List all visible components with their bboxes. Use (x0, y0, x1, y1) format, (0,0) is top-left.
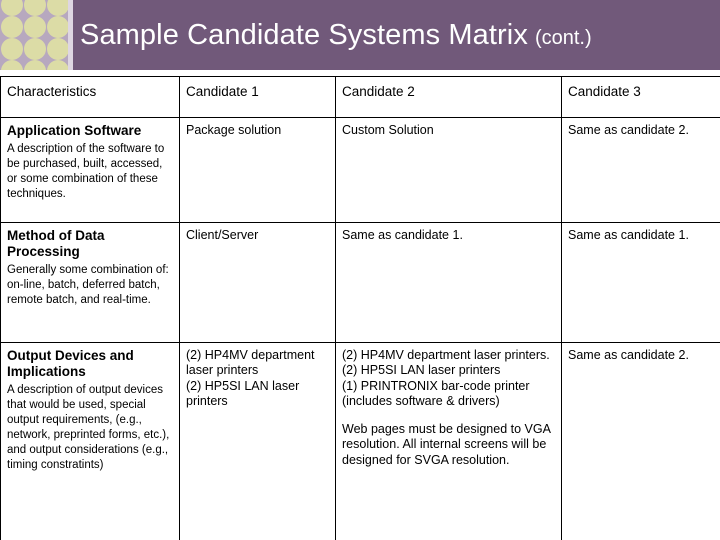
banner-divider (68, 0, 73, 70)
page-title-suffix: (cont.) (534, 26, 592, 49)
cell-line: (2) HP4MV department laser printers. (342, 348, 550, 362)
cell-line: Custom Solution (342, 123, 434, 137)
cell-line: (2) HP5SI LAN laser printers (186, 378, 300, 408)
decorative-dot (1, 38, 23, 60)
characteristic-cell: Output Devices and Implications A descri… (0, 342, 180, 540)
decorative-dots-panel (0, 0, 68, 70)
cell-line: Web pages must be designed to VGA resolu… (342, 422, 551, 467)
candidate-1-cell: Package solution (179, 117, 336, 223)
candidate-2-cell: Custom Solution (335, 117, 562, 223)
column-header-candidate-1: Candidate 1 (179, 76, 336, 118)
column-header-candidate-2: Candidate 2 (335, 76, 562, 118)
decorative-dot (1, 16, 23, 38)
candidate-1-cell: Client/Server (179, 222, 336, 343)
table-header-row: Characteristics Candidate 1 Candidate 2 … (0, 76, 720, 118)
characteristic-title: Output Devices and Implications (7, 348, 134, 379)
candidate-2-cell: (2) HP4MV department laser printers. (2)… (335, 342, 562, 540)
column-header-candidate-3: Candidate 3 (561, 76, 720, 118)
decorative-dot (24, 38, 46, 60)
characteristic-cell: Method of Data Processing Generally some… (0, 222, 180, 343)
characteristic-title: Application Software (7, 123, 142, 138)
cell-line: Same as candidate 2. (568, 348, 689, 362)
cell-line: Same as candidate 1. (342, 228, 463, 242)
characteristic-description: A description of the software to be purc… (7, 142, 165, 200)
candidate-3-cell: Same as candidate 2. (561, 342, 720, 540)
candidate-2-cell: Same as candidate 1. (335, 222, 562, 343)
candidate-3-cell: Same as candidate 1. (561, 222, 720, 343)
table-row: Output Devices and Implications A descri… (0, 342, 720, 540)
decorative-dot (24, 16, 46, 38)
candidate-3-cell: Same as candidate 2. (561, 117, 720, 223)
slide-title-banner: Sample Candidate Systems Matrix (cont.) (0, 0, 720, 70)
characteristic-title: Method of Data Processing (7, 228, 105, 259)
decorative-dot (47, 60, 68, 70)
matrix-table: Characteristics Candidate 1 Candidate 2 … (0, 76, 720, 540)
decorative-dot (47, 0, 68, 16)
cell-line: (2) HP5SI LAN laser printers (342, 363, 501, 378)
cell-line: Package solution (186, 123, 282, 137)
decorative-dot (47, 16, 68, 38)
candidate-systems-matrix: Characteristics Candidate 1 Candidate 2 … (0, 76, 720, 540)
candidate-1-cell: (2) HP4MV department laser printers (2) … (179, 342, 336, 540)
cell-spacer (342, 409, 555, 422)
cell-line: Same as candidate 1. (568, 228, 689, 242)
characteristic-description: A description of output devices that wou… (7, 383, 170, 471)
column-header-characteristics: Characteristics (0, 76, 180, 118)
decorative-dot (1, 0, 23, 16)
decorative-dot (1, 60, 23, 70)
table-row: Method of Data Processing Generally some… (0, 222, 720, 343)
cell-line: Client/Server (186, 228, 259, 242)
cell-line: (2) HP4MV department laser printers (186, 348, 315, 378)
decorative-dot (24, 0, 46, 16)
cell-line: Same as candidate 2. (568, 123, 689, 137)
characteristic-cell: Application Software A description of th… (0, 117, 180, 223)
characteristic-description: Generally some combination of: on-line, … (7, 263, 169, 306)
decorative-dot (47, 38, 68, 60)
table-row: Application Software A description of th… (0, 117, 720, 223)
cell-line: (1) PRINTRONIX bar-code printer (include… (342, 378, 530, 408)
page-title: Sample Candidate Systems Matrix (cont.) (80, 0, 716, 70)
decorative-dot (24, 60, 46, 70)
page-title-main: Sample Candidate Systems Matrix (80, 18, 528, 51)
